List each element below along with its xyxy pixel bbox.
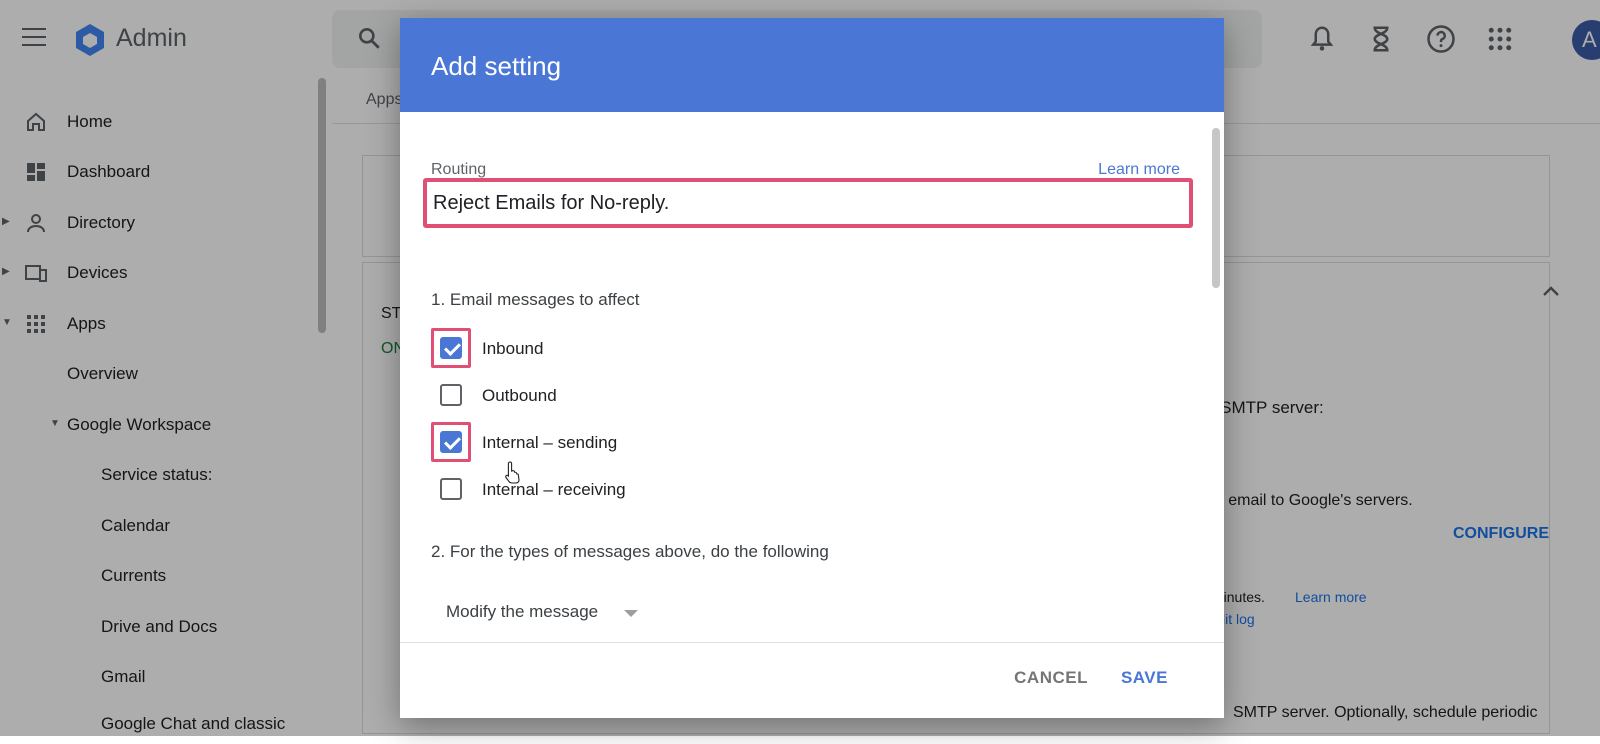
checkbox-inbound[interactable]: Inbound (431, 328, 940, 368)
checkbox-box[interactable] (440, 478, 462, 500)
routing-label: Routing (431, 161, 487, 178)
learn-more-link[interactable]: Learn more (1098, 161, 1180, 179)
dialog-footer: CANCEL SAVE (400, 642, 1224, 718)
checkbox-label: Internal – sending (482, 433, 618, 452)
checkbox-internal-sending[interactable]: Internal – sending (431, 422, 940, 484)
checkbox-label: Outbound (482, 386, 557, 405)
dialog-title: Add setting (431, 51, 562, 81)
checkbox-outbound[interactable]: Outbound (440, 380, 940, 414)
checkbox-label: Internal – receiving (482, 480, 626, 499)
action-dropdown[interactable]: Modify the message (446, 602, 638, 632)
checkbox-box[interactable] (440, 337, 462, 359)
section-affect-title: 1. Email messages to affect (431, 290, 640, 309)
checkbox-box[interactable] (440, 431, 462, 453)
checkbox-label: Inbound (482, 339, 544, 358)
dialog-header: Add setting (400, 18, 1224, 112)
checkbox-box[interactable] (440, 384, 462, 406)
dropdown-value: Modify the message (446, 602, 599, 621)
cancel-button[interactable]: CANCEL (1008, 667, 1094, 689)
save-button[interactable]: SAVE (1115, 667, 1174, 689)
setting-name-input[interactable] (423, 178, 1193, 228)
checkbox-internal-receiving[interactable]: Internal – receiving (440, 474, 940, 508)
dropdown-arrow-icon (624, 610, 638, 617)
dialog-scrollbar[interactable] (1212, 128, 1220, 288)
section-action-title: 2. For the types of messages above, do t… (431, 542, 829, 561)
add-setting-dialog: Add setting Routing Learn more 1. Email … (400, 18, 1224, 718)
